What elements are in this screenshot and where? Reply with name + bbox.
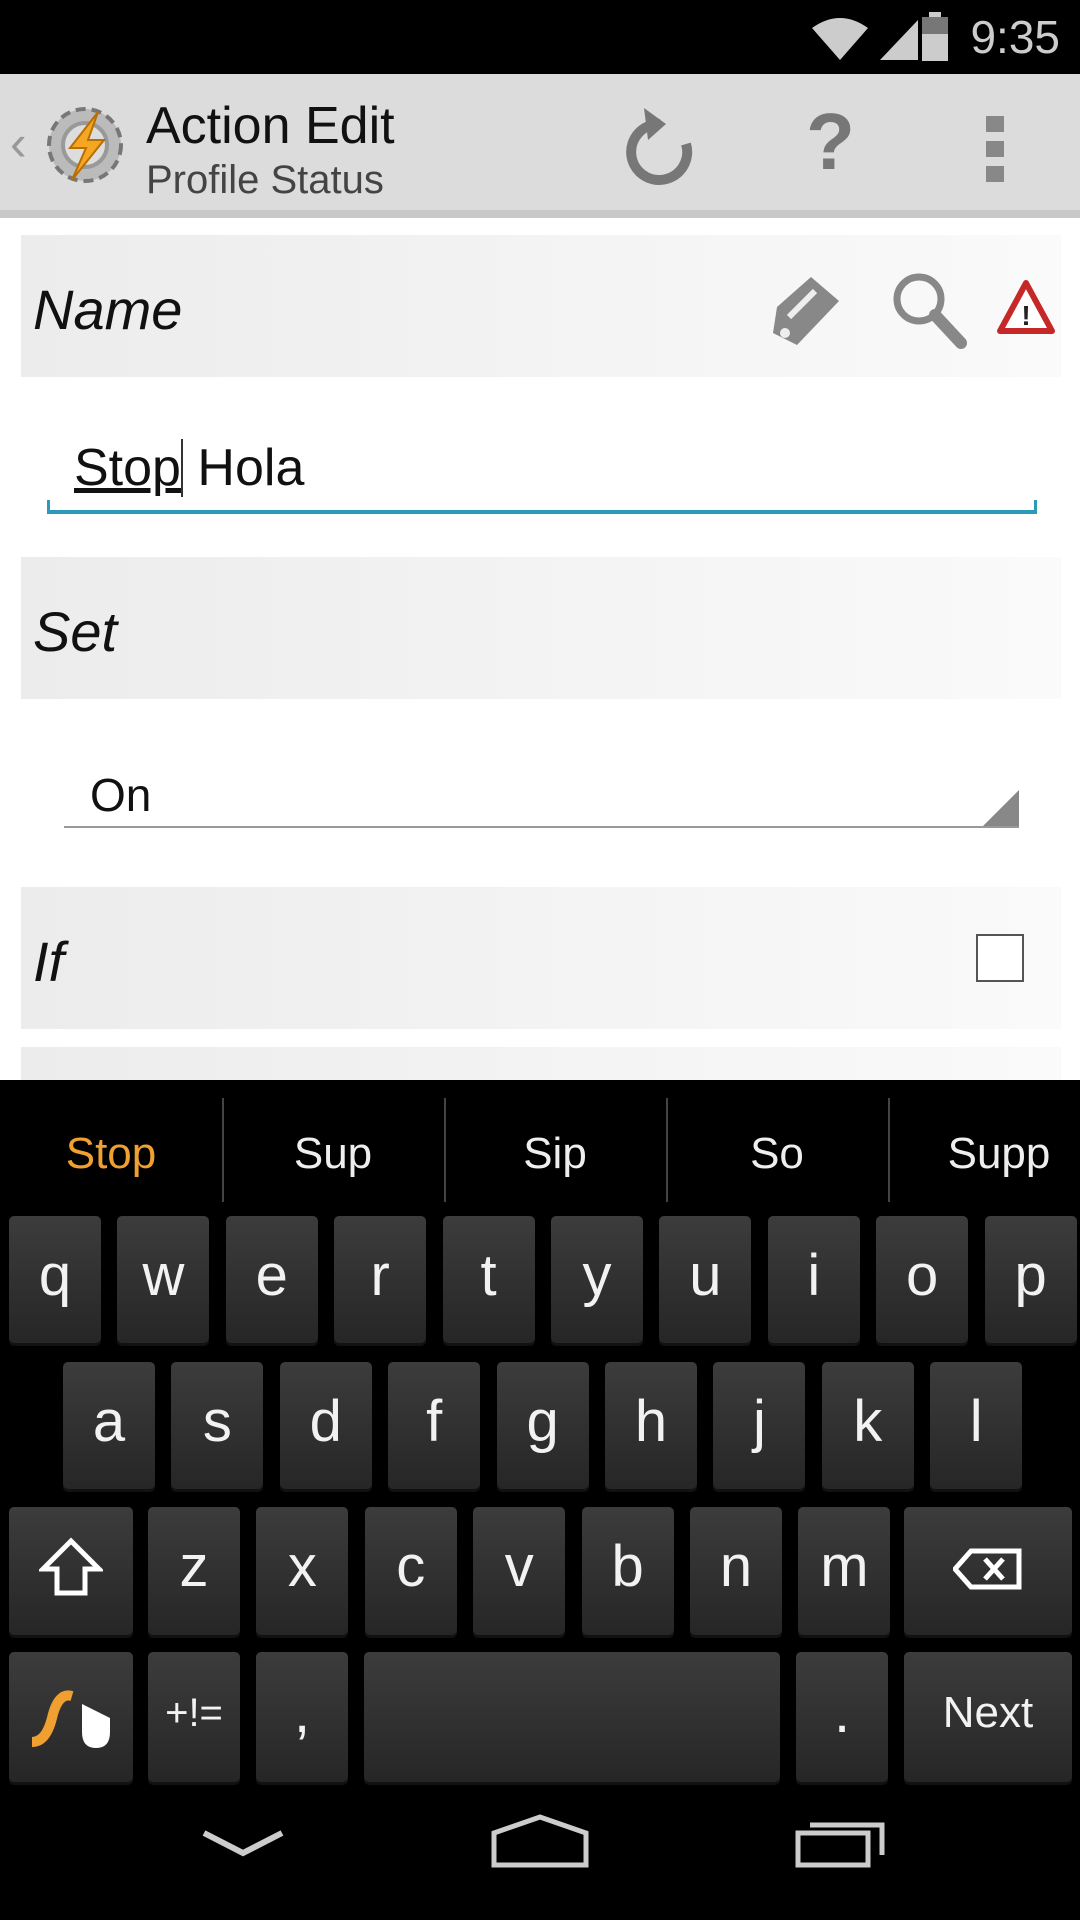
key-s[interactable]: s bbox=[171, 1362, 264, 1489]
key-a[interactable]: a bbox=[63, 1362, 155, 1489]
key-n[interactable]: n bbox=[690, 1507, 782, 1635]
backspace-key[interactable] bbox=[904, 1507, 1072, 1635]
symbols-key[interactable]: +!= bbox=[148, 1652, 240, 1782]
next-key[interactable]: Next bbox=[904, 1652, 1072, 1782]
wifi-signal-icon bbox=[812, 18, 918, 60]
battery-icon bbox=[922, 12, 948, 61]
key-l[interactable]: l bbox=[930, 1362, 1023, 1489]
space-key[interactable] bbox=[364, 1652, 780, 1782]
comma-key[interactable]: , bbox=[256, 1652, 348, 1782]
recent-apps-icon[interactable] bbox=[794, 1815, 890, 1871]
key-v[interactable]: v bbox=[473, 1507, 566, 1635]
key-z[interactable]: z bbox=[148, 1507, 240, 1635]
name-label: Name bbox=[33, 278, 183, 341]
set-value: On bbox=[90, 769, 152, 821]
key-x[interactable]: x bbox=[256, 1507, 349, 1635]
suggestion[interactable]: Sup bbox=[222, 1102, 444, 1206]
set-spinner[interactable]: On bbox=[64, 760, 1019, 828]
key-d[interactable]: d bbox=[279, 1362, 372, 1489]
overflow-menu-icon[interactable] bbox=[984, 114, 1008, 184]
key-q[interactable]: q bbox=[9, 1216, 101, 1343]
key-h[interactable]: h bbox=[605, 1362, 697, 1489]
if-section-header: If bbox=[21, 887, 1061, 1029]
key-i[interactable]: i bbox=[767, 1216, 860, 1343]
back-chevron-icon[interactable]: ‹ bbox=[10, 114, 27, 172]
name-section-header: Name ! bbox=[21, 235, 1061, 377]
shift-icon bbox=[36, 1537, 106, 1596]
name-input[interactable]: Stop Hola bbox=[47, 420, 1037, 514]
swype-icon bbox=[31, 1690, 110, 1748]
composing-word: Stop bbox=[74, 439, 183, 497]
key-w[interactable]: w bbox=[117, 1216, 210, 1343]
suggestion[interactable]: Stop bbox=[0, 1102, 222, 1206]
key-e[interactable]: e bbox=[225, 1216, 318, 1343]
home-icon[interactable] bbox=[488, 1813, 592, 1869]
title: Action Edit bbox=[146, 97, 395, 155]
key-j[interactable]: j bbox=[713, 1362, 806, 1489]
suggestion[interactable]: So bbox=[666, 1102, 888, 1206]
svg-text:!: ! bbox=[1021, 300, 1030, 331]
tag-edit-icon[interactable] bbox=[767, 273, 843, 349]
key-p[interactable]: p bbox=[984, 1216, 1077, 1343]
subtitle: Profile Status bbox=[146, 158, 384, 202]
period-key[interactable]: . bbox=[796, 1652, 888, 1782]
action-bar: ‹ Action Edit Profile Status ? bbox=[0, 74, 1080, 218]
swype-key[interactable] bbox=[9, 1652, 133, 1782]
navigation-bar bbox=[0, 1785, 1080, 1920]
suggestion[interactable]: Sip bbox=[444, 1102, 666, 1206]
key-b[interactable]: b bbox=[581, 1507, 674, 1635]
set-section-header: Set bbox=[21, 557, 1061, 699]
clock: 9:35 bbox=[970, 11, 1060, 63]
set-label: Set bbox=[33, 600, 118, 663]
key-u[interactable]: u bbox=[659, 1216, 752, 1343]
key-y[interactable]: y bbox=[551, 1216, 643, 1343]
undo-icon[interactable] bbox=[620, 104, 700, 190]
shift-key[interactable] bbox=[9, 1507, 133, 1635]
help-icon[interactable]: ? bbox=[806, 96, 855, 188]
dropdown-triangle-icon bbox=[983, 790, 1019, 826]
key-f[interactable]: f bbox=[388, 1362, 481, 1489]
key-g[interactable]: g bbox=[496, 1362, 589, 1489]
key-r[interactable]: r bbox=[334, 1216, 427, 1343]
search-icon[interactable] bbox=[889, 269, 969, 353]
keyboard: Stop Sup Sip So Supp q w e r t y u i o p a s d f g h j k l z x c v b… bbox=[0, 1080, 1080, 1785]
key-c[interactable]: c bbox=[364, 1507, 457, 1635]
backspace-icon bbox=[951, 1548, 1022, 1590]
key-k[interactable]: k bbox=[821, 1362, 914, 1489]
app-logo-icon[interactable] bbox=[40, 100, 130, 190]
if-checkbox[interactable] bbox=[976, 934, 1024, 982]
back-down-icon[interactable] bbox=[200, 1825, 286, 1865]
status-bar: 9:35 bbox=[0, 0, 1080, 74]
suggestion[interactable]: Supp bbox=[888, 1102, 1080, 1206]
if-label: If bbox=[33, 930, 65, 993]
key-m[interactable]: m bbox=[798, 1507, 891, 1635]
key-t[interactable]: t bbox=[442, 1216, 535, 1343]
name-value-rest: Hola bbox=[182, 439, 305, 497]
key-o[interactable]: o bbox=[876, 1216, 969, 1343]
warning-icon[interactable]: ! bbox=[997, 279, 1055, 335]
